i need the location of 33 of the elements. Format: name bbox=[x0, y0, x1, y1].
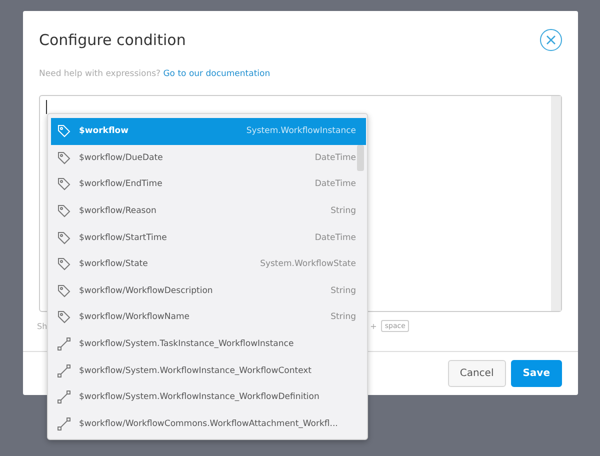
suggestion-item[interactable]: $workflow/System.TaskInstance_WorkflowInstance bbox=[51, 330, 366, 358]
tag-icon bbox=[57, 257, 71, 272]
dialog-title: Configure condition bbox=[39, 31, 186, 49]
tag-icon bbox=[57, 204, 71, 218]
suggestion-item[interactable]: $workflow/WorkflowName String bbox=[51, 304, 366, 331]
connection-icon bbox=[57, 337, 71, 352]
help-text: Need help with expressions? bbox=[39, 69, 161, 79]
scrollbar-thumb[interactable] bbox=[357, 145, 364, 171]
tag-icon bbox=[57, 284, 71, 298]
tag-icon bbox=[57, 310, 71, 324]
close-button[interactable] bbox=[540, 29, 562, 51]
suggestion-item[interactable]: $workflow/System.WorkflowInstance_WorkflowDefinition bbox=[51, 384, 366, 411]
connection-icon bbox=[57, 390, 71, 404]
close-icon bbox=[546, 35, 556, 45]
suggestion-item[interactable]: $workflow/StartTime DateTime bbox=[51, 224, 366, 251]
tag-icon bbox=[57, 150, 71, 165]
connection-icon bbox=[57, 364, 71, 378]
suggestion-item[interactable]: $workflow/EndTime DateTime bbox=[51, 171, 366, 198]
suggestion-item[interactable]: $workflow/DueDate DateTime bbox=[51, 144, 366, 172]
cancel-button[interactable]: Cancel bbox=[448, 360, 506, 387]
suggestion-item[interactable]: $workflow/System.WorkflowInstance_WorkflowContext bbox=[51, 357, 366, 384]
suggestion-item[interactable]: $workflow/WorkflowCommons.WorkflowAttachment_Workfl... bbox=[51, 410, 366, 438]
tag-icon bbox=[57, 230, 71, 245]
expression-editor[interactable] bbox=[39, 95, 562, 312]
tag-icon bbox=[57, 177, 71, 192]
suggestion-item[interactable]: $workflow/Reason String bbox=[51, 198, 366, 224]
hint-text: Sh bbox=[37, 322, 48, 330]
suggestion-item[interactable]: $workflow/State System.WorkflowState bbox=[51, 250, 366, 278]
tag-icon bbox=[57, 124, 71, 138]
connection-icon bbox=[57, 416, 71, 431]
plus-sign: + bbox=[370, 322, 377, 330]
documentation-link[interactable]: Go to our documentation bbox=[163, 69, 270, 79]
suggestion-item[interactable]: $workflow/WorkflowDescription String bbox=[51, 278, 366, 304]
